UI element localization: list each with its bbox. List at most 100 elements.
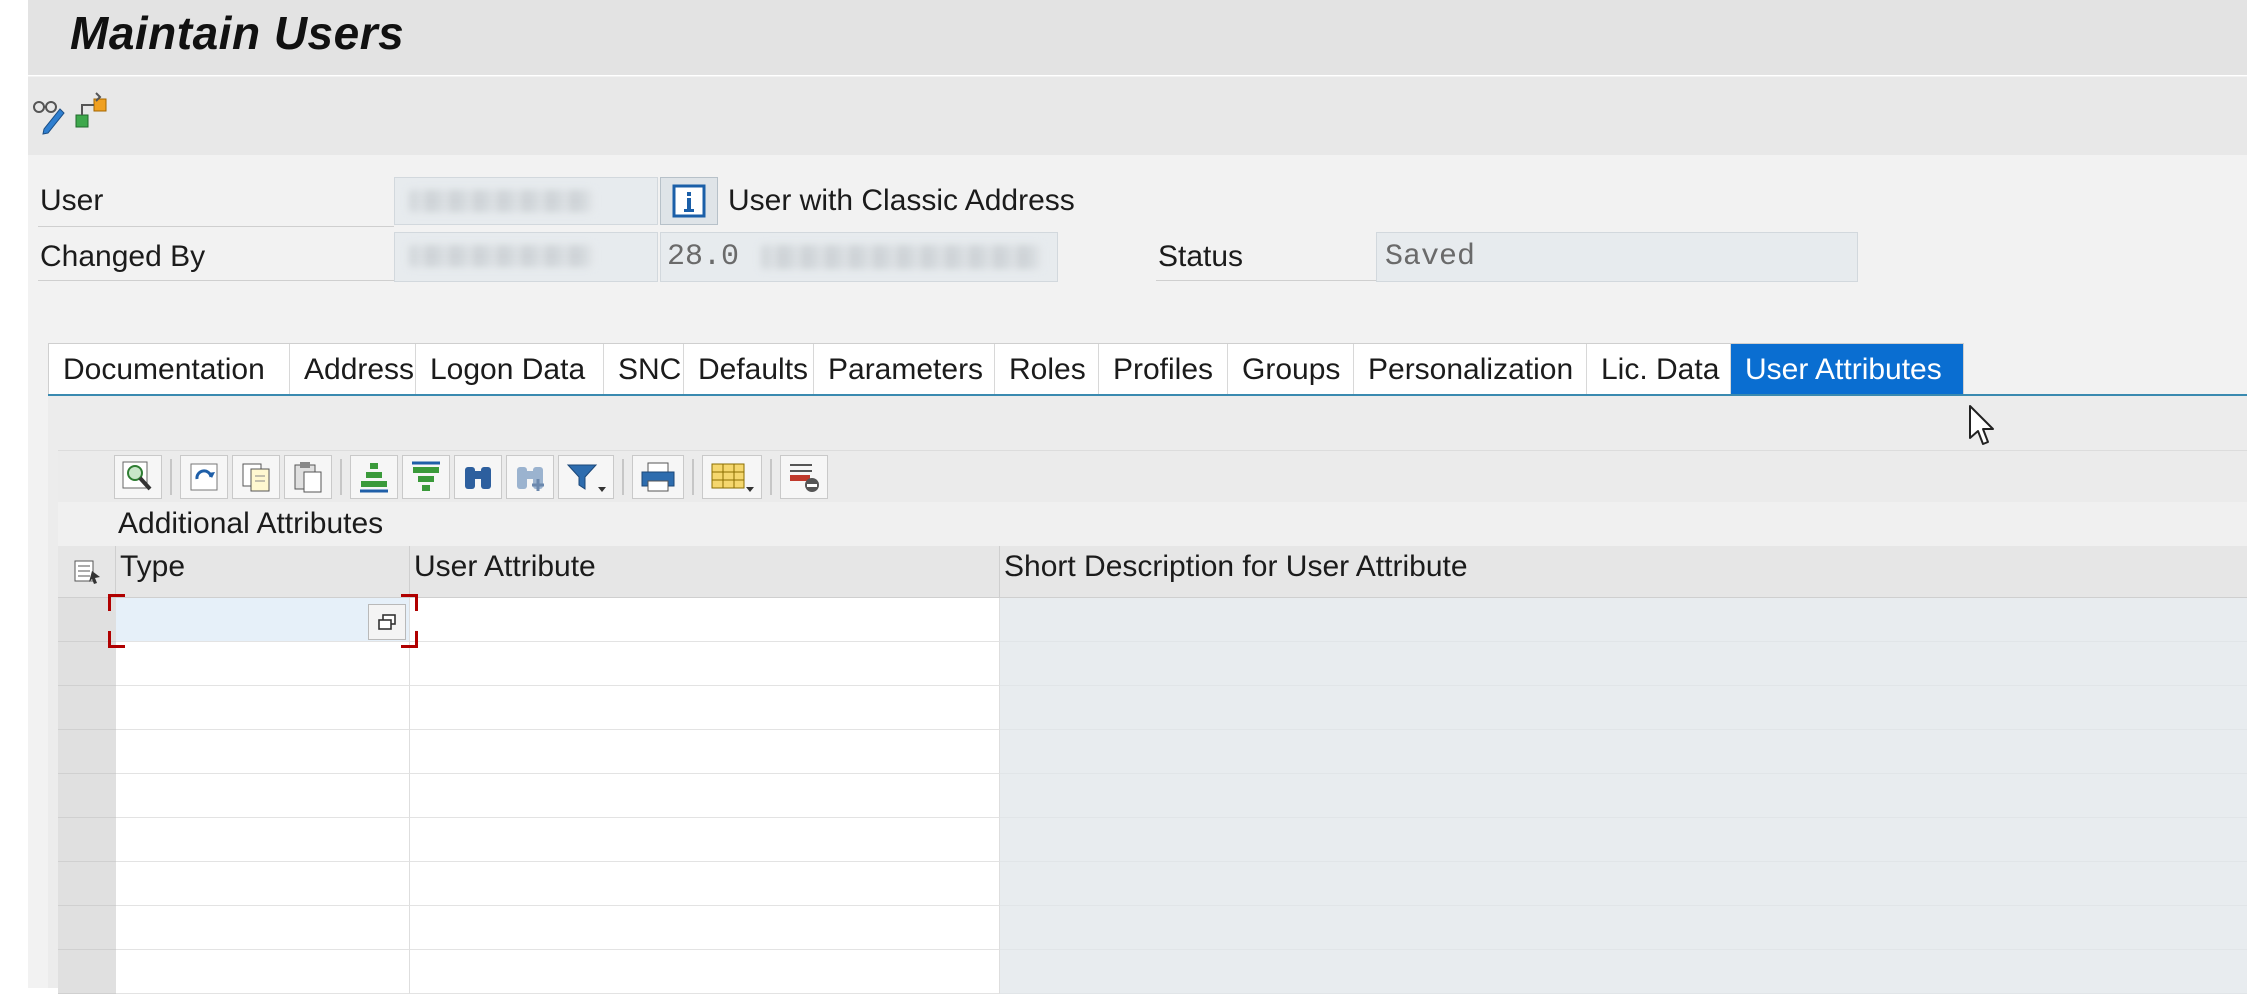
paste-button[interactable]: [284, 455, 332, 499]
details-button[interactable]: [114, 455, 162, 499]
user-attribute-cell[interactable]: [410, 906, 1000, 950]
user-info-text: User with Classic Address: [728, 184, 1075, 217]
page-title: Maintain Users: [70, 7, 405, 59]
row-selector[interactable]: [58, 598, 116, 642]
row-selector[interactable]: [58, 730, 116, 774]
row-selector[interactable]: [58, 774, 116, 818]
filter-icon: [566, 464, 606, 492]
select-all-icon: [74, 560, 100, 584]
title-bar: Maintain Users: [28, 0, 2247, 76]
filter-button[interactable]: [558, 455, 614, 499]
user-attribute-cell[interactable]: [410, 642, 1000, 686]
find-button[interactable]: [454, 455, 502, 499]
short-description-cell: [1000, 598, 2247, 642]
sort-ascending-button[interactable]: [350, 455, 398, 499]
user-attribute-cell[interactable]: [410, 686, 1000, 730]
changed-on-redacted: [761, 245, 1041, 269]
user-attribute-cell[interactable]: [410, 730, 1000, 774]
type-cell[interactable]: [116, 598, 410, 642]
print-button[interactable]: [632, 455, 684, 499]
row-selector[interactable]: [58, 862, 116, 906]
type-cell[interactable]: [116, 862, 410, 906]
select-all-button[interactable]: [58, 546, 116, 598]
tab-lic-data[interactable]: Lic. Data: [1587, 344, 1731, 396]
row-selector[interactable]: [58, 950, 116, 994]
layout-button[interactable]: [702, 455, 762, 499]
copy-icon: [242, 463, 270, 492]
tab-profiles[interactable]: Profiles: [1099, 344, 1228, 396]
magnify-details-icon: [122, 461, 152, 491]
short-description-cell: [1000, 686, 2247, 730]
table-layout-icon: [711, 463, 754, 492]
user-attribute-cell[interactable]: [410, 818, 1000, 862]
row-selector[interactable]: [58, 686, 116, 730]
row-selector[interactable]: [58, 818, 116, 862]
tab-user-attributes[interactable]: User Attributes: [1731, 344, 1963, 396]
sort-descending-button[interactable]: [402, 455, 450, 499]
binoculars-plus-icon: [517, 467, 544, 491]
find-next-button[interactable]: [506, 455, 554, 499]
changed-by-field: [394, 232, 658, 282]
toolbar-separator: [170, 459, 172, 495]
refresh-button[interactable]: [180, 455, 228, 499]
value-help-icon: [378, 614, 396, 630]
paste-icon: [294, 462, 322, 493]
user-attribute-cell[interactable]: [410, 598, 1000, 642]
changed-on-field: 28.0: [660, 232, 1058, 282]
application-toolbar: [28, 77, 2247, 155]
sort-ascending-icon: [360, 463, 388, 493]
column-header-short-description[interactable]: Short Description for User Attribute: [1000, 546, 2247, 598]
changed-by-value-redacted: [409, 245, 593, 267]
display-change-icon[interactable]: [30, 95, 70, 135]
mouse-cursor-icon: [1969, 405, 1994, 445]
sap-app-window: Maintain Users User User with Classic Ad…: [28, 0, 2247, 994]
tab-defaults[interactable]: Defaults: [684, 344, 814, 396]
column-header-type[interactable]: Type: [116, 546, 410, 598]
user-attribute-cell[interactable]: [410, 774, 1000, 818]
short-description-cell: [1000, 730, 2247, 774]
tab-strip: Documentation Address Logon Data SNC Default…: [48, 343, 1964, 396]
status-field: Saved: [1376, 232, 1858, 282]
tab-address[interactable]: Address: [290, 344, 416, 396]
copy-button[interactable]: [232, 455, 280, 499]
type-cell[interactable]: [116, 686, 410, 730]
toolbar-separator: [692, 459, 694, 495]
short-description-cell: [1000, 862, 2247, 906]
tab-parameters[interactable]: Parameters: [814, 344, 995, 396]
value-help-button[interactable]: [368, 604, 406, 640]
status-label: Status: [1158, 240, 1244, 273]
type-cell[interactable]: [116, 730, 410, 774]
user-field[interactable]: [394, 177, 658, 225]
tab-roles[interactable]: Roles: [995, 344, 1099, 396]
row-selector[interactable]: [58, 642, 116, 686]
printer-icon: [641, 462, 675, 492]
delete-row-icon: [790, 464, 819, 492]
tab-logon-data[interactable]: Logon Data: [416, 344, 604, 396]
short-description-cell: [1000, 774, 2247, 818]
type-cell[interactable]: [116, 818, 410, 862]
short-description-cell: [1000, 642, 2247, 686]
short-description-cell: [1000, 950, 2247, 994]
toolbar-separator: [622, 459, 624, 495]
type-cell[interactable]: [116, 950, 410, 994]
row-selector[interactable]: [58, 906, 116, 950]
user-attribute-cell[interactable]: [410, 862, 1000, 906]
user-attribute-cell[interactable]: [410, 950, 1000, 994]
tab-snc[interactable]: SNC: [604, 344, 684, 396]
type-cell[interactable]: [116, 906, 410, 950]
tab-documentation[interactable]: Documentation: [49, 344, 290, 396]
delete-row-button[interactable]: [780, 455, 828, 499]
type-cell[interactable]: [116, 774, 410, 818]
changed-on-value: 28.0: [667, 240, 740, 274]
additional-attributes-grid: Type User Attribute Short Description fo…: [58, 546, 2247, 994]
tab-personalization[interactable]: Personalization: [1354, 344, 1587, 396]
short-description-cell: [1000, 906, 2247, 950]
changed-by-label: Changed By: [40, 240, 206, 273]
user-info-button[interactable]: [660, 177, 718, 225]
tab-groups[interactable]: Groups: [1228, 344, 1354, 396]
grid-title: Additional Attributes: [118, 507, 384, 540]
type-cell[interactable]: [116, 642, 410, 686]
column-header-user-attribute[interactable]: User Attribute: [410, 546, 1000, 598]
hierarchy-icon[interactable]: [70, 91, 110, 131]
grid-title-bar: Additional Attributes: [58, 502, 2247, 546]
